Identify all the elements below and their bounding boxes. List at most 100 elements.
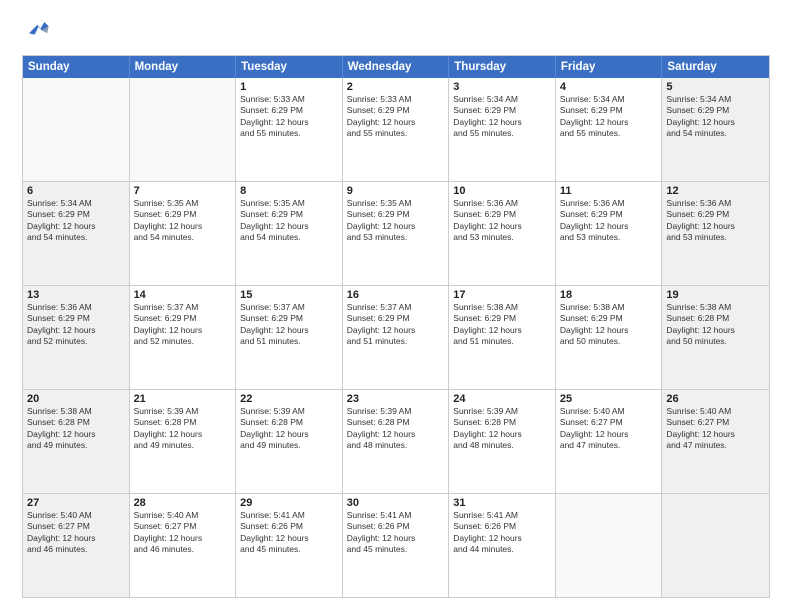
calendar-cell-r0c6: 5Sunrise: 5:34 AM Sunset: 6:29 PM Daylig…: [662, 78, 769, 181]
logo-bird-icon: [22, 18, 50, 40]
calendar-cell-r1c1: 7Sunrise: 5:35 AM Sunset: 6:29 PM Daylig…: [130, 182, 237, 285]
calendar-cell-r1c3: 9Sunrise: 5:35 AM Sunset: 6:29 PM Daylig…: [343, 182, 450, 285]
day-number: 21: [134, 393, 232, 405]
day-number: 30: [347, 497, 445, 509]
day-number: 13: [27, 289, 125, 301]
day-number: 5: [666, 81, 765, 93]
calendar-cell-r2c6: 19Sunrise: 5:38 AM Sunset: 6:28 PM Dayli…: [662, 286, 769, 389]
calendar-cell-r3c1: 21Sunrise: 5:39 AM Sunset: 6:28 PM Dayli…: [130, 390, 237, 493]
day-number: 20: [27, 393, 125, 405]
day-info: Sunrise: 5:36 AM Sunset: 6:29 PM Dayligh…: [453, 198, 551, 244]
day-number: 2: [347, 81, 445, 93]
calendar-cell-r2c0: 13Sunrise: 5:36 AM Sunset: 6:29 PM Dayli…: [23, 286, 130, 389]
day-info: Sunrise: 5:34 AM Sunset: 6:29 PM Dayligh…: [453, 94, 551, 140]
logo: [22, 18, 52, 45]
calendar-cell-r2c3: 16Sunrise: 5:37 AM Sunset: 6:29 PM Dayli…: [343, 286, 450, 389]
day-number: 23: [347, 393, 445, 405]
calendar-cell-r3c4: 24Sunrise: 5:39 AM Sunset: 6:28 PM Dayli…: [449, 390, 556, 493]
calendar-cell-r0c3: 2Sunrise: 5:33 AM Sunset: 6:29 PM Daylig…: [343, 78, 450, 181]
day-info: Sunrise: 5:35 AM Sunset: 6:29 PM Dayligh…: [347, 198, 445, 244]
calendar-cell-r4c6: [662, 494, 769, 597]
calendar-cell-r4c1: 28Sunrise: 5:40 AM Sunset: 6:27 PM Dayli…: [130, 494, 237, 597]
day-number: 28: [134, 497, 232, 509]
calendar-cell-r1c0: 6Sunrise: 5:34 AM Sunset: 6:29 PM Daylig…: [23, 182, 130, 285]
day-info: Sunrise: 5:36 AM Sunset: 6:29 PM Dayligh…: [666, 198, 765, 244]
day-number: 6: [27, 185, 125, 197]
day-number: 8: [240, 185, 338, 197]
day-info: Sunrise: 5:38 AM Sunset: 6:29 PM Dayligh…: [453, 302, 551, 348]
day-number: 12: [666, 185, 765, 197]
calendar-cell-r3c6: 26Sunrise: 5:40 AM Sunset: 6:27 PM Dayli…: [662, 390, 769, 493]
calendar-cell-r0c5: 4Sunrise: 5:34 AM Sunset: 6:29 PM Daylig…: [556, 78, 663, 181]
day-number: 22: [240, 393, 338, 405]
day-info: Sunrise: 5:38 AM Sunset: 6:28 PM Dayligh…: [27, 406, 125, 452]
day-info: Sunrise: 5:40 AM Sunset: 6:27 PM Dayligh…: [666, 406, 765, 452]
day-number: 4: [560, 81, 658, 93]
day-number: 17: [453, 289, 551, 301]
day-info: Sunrise: 5:36 AM Sunset: 6:29 PM Dayligh…: [27, 302, 125, 348]
day-info: Sunrise: 5:40 AM Sunset: 6:27 PM Dayligh…: [560, 406, 658, 452]
calendar-cell-r3c0: 20Sunrise: 5:38 AM Sunset: 6:28 PM Dayli…: [23, 390, 130, 493]
day-info: Sunrise: 5:38 AM Sunset: 6:29 PM Dayligh…: [560, 302, 658, 348]
calendar-cell-r1c5: 11Sunrise: 5:36 AM Sunset: 6:29 PM Dayli…: [556, 182, 663, 285]
day-info: Sunrise: 5:34 AM Sunset: 6:29 PM Dayligh…: [560, 94, 658, 140]
day-number: 16: [347, 289, 445, 301]
day-info: Sunrise: 5:41 AM Sunset: 6:26 PM Dayligh…: [453, 510, 551, 556]
day-number: 19: [666, 289, 765, 301]
calendar-header: SundayMondayTuesdayWednesdayThursdayFrid…: [23, 56, 769, 78]
day-number: 1: [240, 81, 338, 93]
calendar-cell-r3c2: 22Sunrise: 5:39 AM Sunset: 6:28 PM Dayli…: [236, 390, 343, 493]
calendar-cell-r0c2: 1Sunrise: 5:33 AM Sunset: 6:29 PM Daylig…: [236, 78, 343, 181]
calendar-cell-r4c3: 30Sunrise: 5:41 AM Sunset: 6:26 PM Dayli…: [343, 494, 450, 597]
calendar-cell-r0c1: [130, 78, 237, 181]
day-info: Sunrise: 5:39 AM Sunset: 6:28 PM Dayligh…: [453, 406, 551, 452]
calendar-cell-r1c6: 12Sunrise: 5:36 AM Sunset: 6:29 PM Dayli…: [662, 182, 769, 285]
day-number: 25: [560, 393, 658, 405]
day-info: Sunrise: 5:37 AM Sunset: 6:29 PM Dayligh…: [134, 302, 232, 348]
header: [22, 18, 770, 45]
day-number: 9: [347, 185, 445, 197]
day-info: Sunrise: 5:39 AM Sunset: 6:28 PM Dayligh…: [134, 406, 232, 452]
day-number: 18: [560, 289, 658, 301]
day-number: 24: [453, 393, 551, 405]
day-number: 26: [666, 393, 765, 405]
calendar-body: 1Sunrise: 5:33 AM Sunset: 6:29 PM Daylig…: [23, 78, 769, 597]
day-number: 29: [240, 497, 338, 509]
day-number: 31: [453, 497, 551, 509]
day-info: Sunrise: 5:34 AM Sunset: 6:29 PM Dayligh…: [27, 198, 125, 244]
weekday-header-sunday: Sunday: [23, 56, 130, 78]
day-number: 11: [560, 185, 658, 197]
calendar-row-4: 27Sunrise: 5:40 AM Sunset: 6:27 PM Dayli…: [23, 493, 769, 597]
day-number: 7: [134, 185, 232, 197]
calendar-cell-r4c5: [556, 494, 663, 597]
calendar-cell-r1c4: 10Sunrise: 5:36 AM Sunset: 6:29 PM Dayli…: [449, 182, 556, 285]
day-info: Sunrise: 5:41 AM Sunset: 6:26 PM Dayligh…: [347, 510, 445, 556]
weekday-header-wednesday: Wednesday: [343, 56, 450, 78]
calendar-cell-r2c5: 18Sunrise: 5:38 AM Sunset: 6:29 PM Dayli…: [556, 286, 663, 389]
weekday-header-monday: Monday: [130, 56, 237, 78]
calendar-cell-r3c3: 23Sunrise: 5:39 AM Sunset: 6:28 PM Dayli…: [343, 390, 450, 493]
calendar-row-3: 20Sunrise: 5:38 AM Sunset: 6:28 PM Dayli…: [23, 389, 769, 493]
calendar-row-2: 13Sunrise: 5:36 AM Sunset: 6:29 PM Dayli…: [23, 285, 769, 389]
day-info: Sunrise: 5:37 AM Sunset: 6:29 PM Dayligh…: [240, 302, 338, 348]
calendar-cell-r2c2: 15Sunrise: 5:37 AM Sunset: 6:29 PM Dayli…: [236, 286, 343, 389]
day-number: 3: [453, 81, 551, 93]
calendar-cell-r4c4: 31Sunrise: 5:41 AM Sunset: 6:26 PM Dayli…: [449, 494, 556, 597]
calendar-cell-r2c1: 14Sunrise: 5:37 AM Sunset: 6:29 PM Dayli…: [130, 286, 237, 389]
weekday-header-thursday: Thursday: [449, 56, 556, 78]
day-number: 15: [240, 289, 338, 301]
day-number: 14: [134, 289, 232, 301]
day-info: Sunrise: 5:38 AM Sunset: 6:28 PM Dayligh…: [666, 302, 765, 348]
day-info: Sunrise: 5:37 AM Sunset: 6:29 PM Dayligh…: [347, 302, 445, 348]
calendar-cell-r0c0: [23, 78, 130, 181]
day-info: Sunrise: 5:39 AM Sunset: 6:28 PM Dayligh…: [240, 406, 338, 452]
day-info: Sunrise: 5:34 AM Sunset: 6:29 PM Dayligh…: [666, 94, 765, 140]
calendar-cell-r3c5: 25Sunrise: 5:40 AM Sunset: 6:27 PM Dayli…: [556, 390, 663, 493]
weekday-header-saturday: Saturday: [662, 56, 769, 78]
day-number: 10: [453, 185, 551, 197]
day-info: Sunrise: 5:36 AM Sunset: 6:29 PM Dayligh…: [560, 198, 658, 244]
calendar-cell-r4c2: 29Sunrise: 5:41 AM Sunset: 6:26 PM Dayli…: [236, 494, 343, 597]
weekday-header-tuesday: Tuesday: [236, 56, 343, 78]
day-info: Sunrise: 5:35 AM Sunset: 6:29 PM Dayligh…: [134, 198, 232, 244]
day-info: Sunrise: 5:41 AM Sunset: 6:26 PM Dayligh…: [240, 510, 338, 556]
